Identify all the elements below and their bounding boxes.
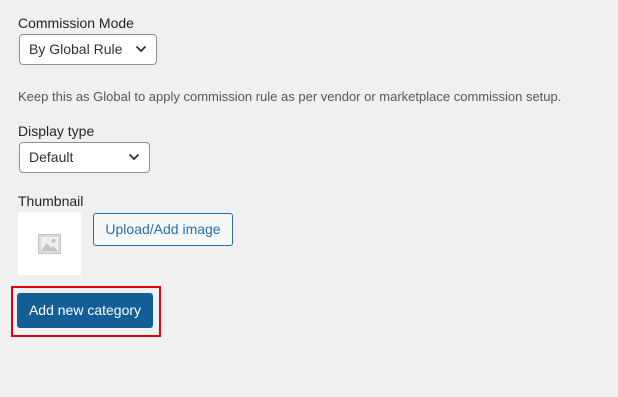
add-category-form: Commission Mode By Global Rule Keep this… bbox=[0, 0, 618, 397]
display-type-label: Display type bbox=[18, 123, 95, 139]
commission-mode-label: Commission Mode bbox=[18, 15, 134, 31]
upload-add-image-button[interactable]: Upload/Add image bbox=[93, 213, 233, 246]
chevron-down-icon bbox=[128, 153, 140, 161]
commission-mode-selected-value: By Global Rule bbox=[29, 41, 123, 57]
add-new-category-button[interactable]: Add new category bbox=[17, 293, 153, 328]
thumbnail-label: Thumbnail bbox=[18, 193, 84, 209]
image-placeholder-icon bbox=[38, 234, 61, 254]
chevron-down-icon bbox=[135, 45, 147, 53]
commission-mode-select[interactable]: By Global Rule bbox=[19, 34, 157, 65]
commission-mode-help-text: Keep this as Global to apply commission … bbox=[18, 89, 562, 104]
thumbnail-preview bbox=[18, 212, 81, 275]
display-type-select[interactable]: Default bbox=[19, 142, 150, 173]
display-type-selected-value: Default bbox=[29, 149, 74, 165]
